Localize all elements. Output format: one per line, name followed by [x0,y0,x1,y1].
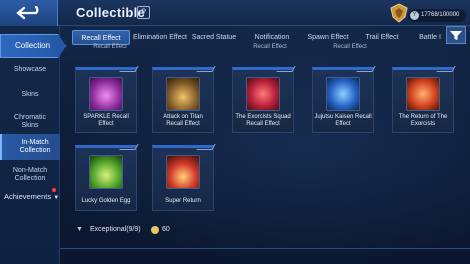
card-label: The Exorcists Squad Recall Effect [235,114,291,127]
collection-card-exorcists-squad[interactable]: The Exorcists Squad Recall Effect [232,66,296,133]
exorcists-squad-thumbnail [246,77,280,111]
help-icon[interactable]: ? [137,6,150,19]
rarity-points: 60 [162,226,170,233]
prev-row-label: Recall Effect [333,44,367,50]
filter-icon [450,31,462,40]
currency-icon: Y [410,11,419,20]
jujutsu-kaisen-thumbnail [326,77,360,111]
back-button[interactable] [0,0,58,26]
card-label: The Return of The Exorcists [398,114,448,127]
lucky-golden-egg-thumbnail [89,155,123,189]
collection-card-super-return[interactable]: Super Return [152,144,216,211]
currency-value: 17768/100000 [421,12,460,18]
tab-bar: Recall Effect Elimination Effect Sacred … [60,28,470,45]
chevron-down-icon[interactable]: ▼ [76,226,83,233]
sidebar-achievements[interactable]: Achievements ▼ [0,192,60,201]
collection-card-jujutsu-kaisen[interactable]: Jujutsu Kaisen Recall Effect [312,66,376,133]
sidebar-item-chromatic-skins[interactable]: Chromatic Skins [6,114,54,130]
sparkle-recall-thumbnail [89,77,123,111]
collection-card-sparkle[interactable]: SPARKLE Recall Effect [75,66,139,133]
collection-card-lucky-golden-egg[interactable]: Lucky Golden Egg [75,144,139,211]
sidebar-item-non-match-collection[interactable]: Non-Match Collection [6,167,54,183]
super-return-thumbnail [166,155,200,189]
sidebar-item-showcase[interactable]: Showcase [0,66,60,74]
card-label: Super Return [165,198,201,204]
filter-button[interactable] [446,26,466,44]
sidebar-collection[interactable]: Collection [0,34,66,58]
tab-battle[interactable]: Battle I [416,30,444,45]
divider [60,248,470,249]
top-bar: Collectible ? Y 17768/100000 [0,0,470,26]
collection-card-attack-on-titan[interactable]: Attack on Titan Recall Effect [152,66,216,133]
page-title: Collectible [76,5,146,20]
sidebar-item-in-match-collection[interactable]: In-Match Collection [0,134,60,160]
currency-display: Y 17768/100000 [408,9,466,22]
attack-on-titan-thumbnail [166,77,200,111]
tab-spawn-effect[interactable]: Spawn Effect [304,30,352,45]
back-arrow-icon [15,6,38,20]
card-label: Lucky Golden Egg [81,198,131,204]
card-label: SPARKLE Recall Effect [83,114,129,127]
notification-dot [52,188,56,192]
tab-notification[interactable]: Notification [248,30,296,45]
tab-trail-effect[interactable]: Trail Effect [360,30,404,45]
prev-row-label: Recall Effect [253,44,287,50]
points-icon [151,226,159,234]
rarity-label: Exceptional(9/9) [90,226,141,233]
card-label: Jujutsu Kaisen Recall Effect [314,114,372,127]
collection-card-return-of-exorcists[interactable]: The Return of The Exorcists [392,66,456,133]
chevron-down-icon: ▼ [53,195,60,201]
sidebar-item-skins[interactable]: Skins [0,91,60,99]
achievements-label: Achievements [4,192,52,201]
tab-sacred-statue[interactable]: Sacred Statue [190,30,238,45]
return-of-exorcists-thumbnail [406,77,440,111]
rank-badge-icon [390,3,408,23]
sidebar: Collection Showcase Skins Chromatic Skin… [0,26,66,264]
tab-recall-effect[interactable]: Recall Effect [72,30,130,45]
tab-elimination-effect[interactable]: Elimination Effect [132,30,188,45]
prev-row-label: Recall Effect [93,44,127,50]
card-label: Attack on Titan Recall Effect [163,114,203,127]
